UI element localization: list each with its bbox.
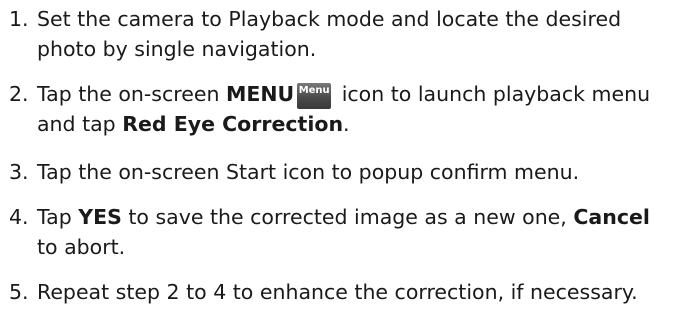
step-number: 4. xyxy=(9,205,29,229)
step-text: Set the camera to Playback mode and loca… xyxy=(37,7,622,31)
menu-icon: Menu xyxy=(297,83,332,109)
step-number: 5. xyxy=(9,280,29,304)
step-5: 5. Repeat step 2 to 4 to enhance the corr… xyxy=(9,277,679,307)
step-1: 1. Set the camera to Playback mode and lo… xyxy=(9,4,679,64)
instruction-steps: 1. Set the camera to Playback mode and lo… xyxy=(0,0,685,320)
step-text: Repeat step 2 to 4 to enhance the correc… xyxy=(37,280,638,304)
red-eye-correction-label: Red Eye Correction xyxy=(122,112,344,136)
step-number: 3. xyxy=(9,160,29,184)
cancel-label: Cancel xyxy=(573,205,650,229)
step-text: to save the corrected image as a new one… xyxy=(121,205,574,229)
step-3: 3. Tap the on-screen Start icon to popup … xyxy=(9,157,679,187)
yes-label: YES xyxy=(78,205,122,229)
step-text: Tap xyxy=(37,205,79,229)
step-text-continued: . xyxy=(343,112,350,136)
step-text: icon to launch playback menu xyxy=(335,82,651,106)
step-text-continued: to abort. xyxy=(37,235,126,259)
step-text-continued: photo by single navigation. xyxy=(37,37,317,61)
step-4: 4. Tap YES to save the corrected image as… xyxy=(9,202,679,262)
step-text-continued: and tap xyxy=(37,112,123,136)
step-number: 2. xyxy=(9,82,29,106)
step-number: 1. xyxy=(9,7,29,31)
step-text: Tap the on-screen xyxy=(37,82,226,106)
menu-label: MENU xyxy=(225,82,295,106)
step-2: 2. Tap the on-screen MENU Menu icon to lau… xyxy=(9,79,679,139)
step-text: Tap the on-screen Start icon to popup co… xyxy=(37,160,580,184)
